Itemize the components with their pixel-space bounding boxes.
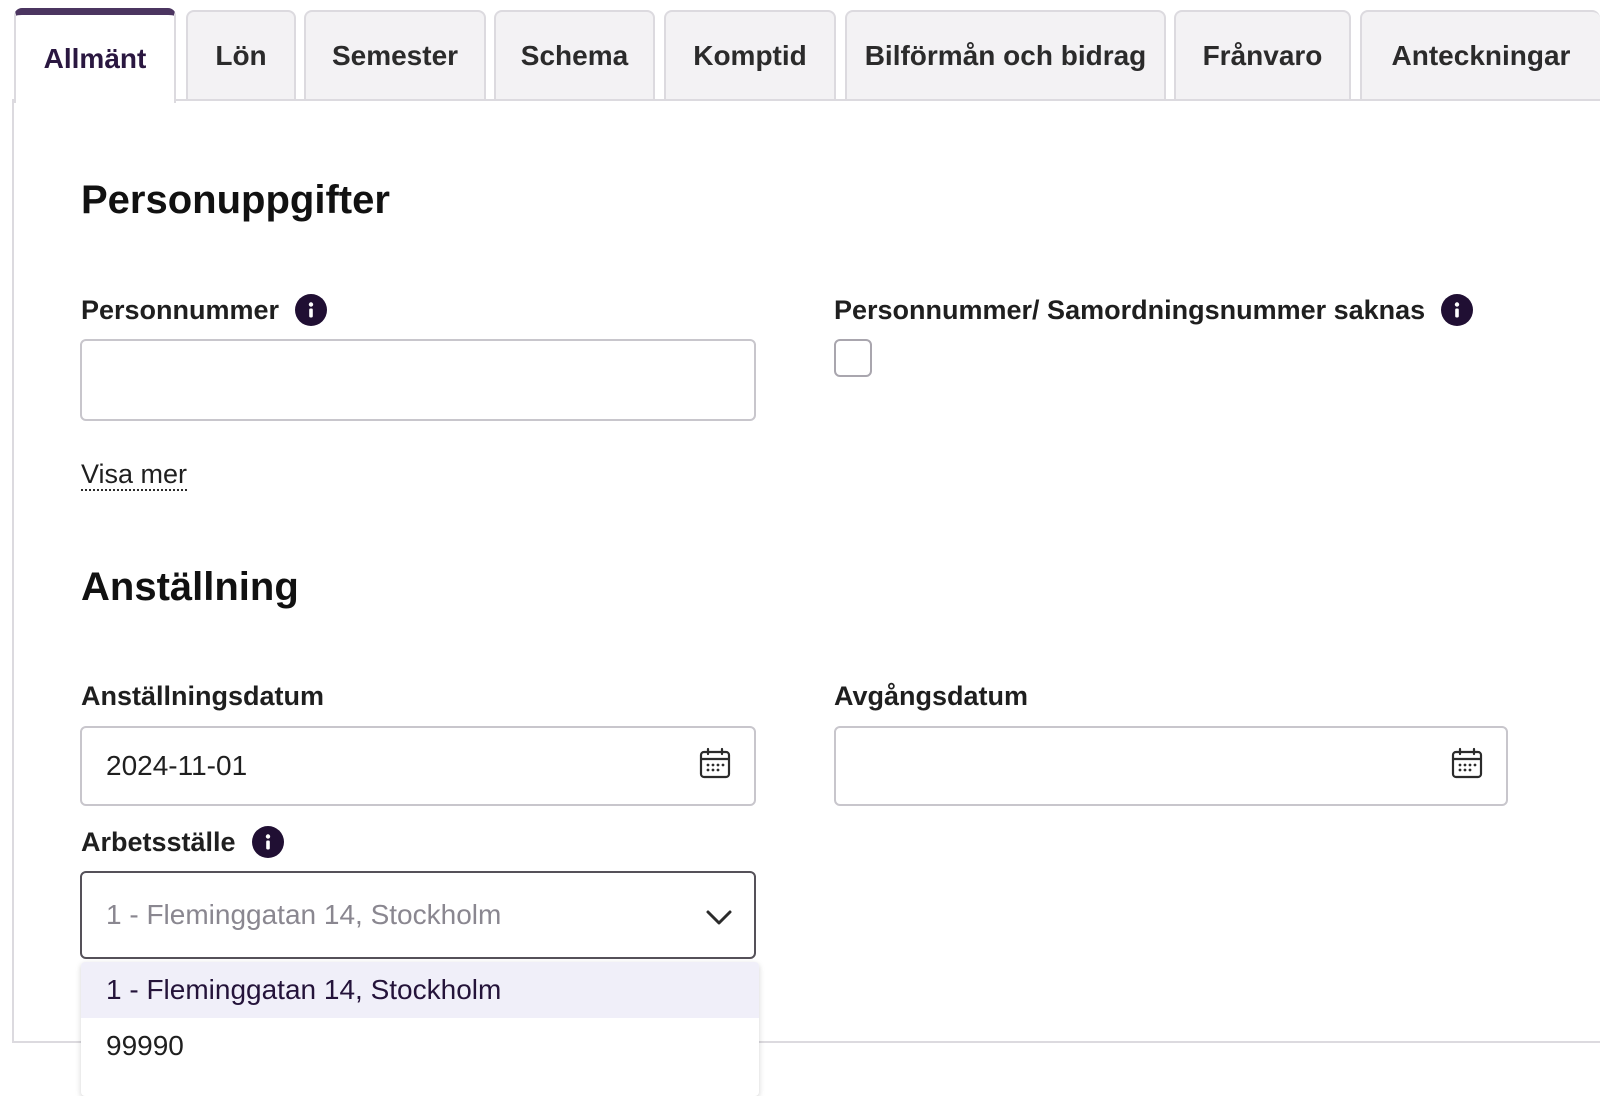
tab-label: Komptid bbox=[693, 40, 807, 71]
tab-label: Frånvaro bbox=[1202, 40, 1323, 71]
tab-franvaro[interactable]: Frånvaro bbox=[1174, 10, 1351, 100]
saknas-label-row: Personnummer/ Samordningsnummer saknas bbox=[834, 294, 1474, 326]
dropdown-option[interactable]: 1 - Fleminggatan 14, Stockholm bbox=[81, 962, 759, 1018]
personnummer-label-row: Personnummer bbox=[81, 294, 328, 326]
avgangsdatum-label: Avgångsdatum bbox=[834, 681, 1029, 711]
section-title-anstallning: Anställning bbox=[81, 565, 299, 609]
tab-label: Bilförmån och bidrag bbox=[864, 40, 1147, 71]
chevron-down-icon[interactable] bbox=[704, 903, 734, 933]
anstallningsdatum-input[interactable]: 2024-11-01 bbox=[80, 726, 756, 806]
tab-allmant[interactable]: Allmänt bbox=[14, 8, 176, 103]
tab-label: Semester bbox=[331, 40, 459, 71]
tab-bilforman-och-bidrag[interactable]: Bilförmån och bidrag bbox=[845, 10, 1166, 100]
info-icon[interactable] bbox=[251, 826, 284, 858]
tab-bar: Allmänt Lön Semester Schema Komptid Bilf… bbox=[12, 8, 1600, 103]
arbetsstalle-dropdown: 1 - Fleminggatan 14, Stockholm 99990 bbox=[81, 962, 759, 1096]
avgangsdatum-input[interactable] bbox=[834, 726, 1508, 806]
section-title-personuppgifter: Personuppgifter bbox=[81, 178, 390, 222]
info-icon[interactable] bbox=[295, 294, 328, 326]
arbetsstalle-selected-value: 1 - Fleminggatan 14, Stockholm bbox=[106, 899, 502, 930]
arbetsstalle-label: Arbetsställe bbox=[81, 826, 236, 857]
tab-label: Allmänt bbox=[43, 43, 147, 74]
avgangsdatum-label-row: Avgångsdatum bbox=[834, 681, 1028, 712]
tab-label: Lön bbox=[215, 40, 267, 71]
arbetsstalle-select[interactable]: 1 - Fleminggatan 14, Stockholm bbox=[80, 871, 756, 959]
tab-schema[interactable]: Schema bbox=[494, 10, 655, 100]
saknas-label: Personnummer/ Samordningsnummer saknas bbox=[834, 294, 1426, 325]
anstallningsdatum-label-row: Anställningsdatum bbox=[81, 681, 324, 712]
tab-komptid[interactable]: Komptid bbox=[664, 10, 836, 100]
tab-label: Schema bbox=[520, 40, 629, 71]
tab-semester[interactable]: Semester bbox=[304, 10, 486, 100]
personnummer-label: Personnummer bbox=[81, 294, 280, 325]
tab-lon[interactable]: Lön bbox=[186, 10, 296, 100]
arbetsstalle-label-row: Arbetsställe bbox=[81, 826, 284, 858]
calendar-icon[interactable] bbox=[698, 747, 732, 781]
calendar-icon[interactable] bbox=[1450, 747, 1484, 781]
personnummer-input[interactable] bbox=[80, 339, 756, 421]
visa-mer-link[interactable]: Visa mer bbox=[81, 459, 188, 491]
dropdown-option[interactable]: 99990 bbox=[81, 1018, 759, 1074]
info-icon[interactable] bbox=[1441, 294, 1474, 326]
saknas-checkbox[interactable] bbox=[834, 339, 872, 377]
tab-label: Anteckningar bbox=[1391, 40, 1571, 71]
anstallningsdatum-label: Anställningsdatum bbox=[81, 681, 325, 711]
tab-anteckningar[interactable]: Anteckningar bbox=[1360, 10, 1600, 100]
anstallningsdatum-value: 2024-11-01 bbox=[106, 750, 248, 781]
